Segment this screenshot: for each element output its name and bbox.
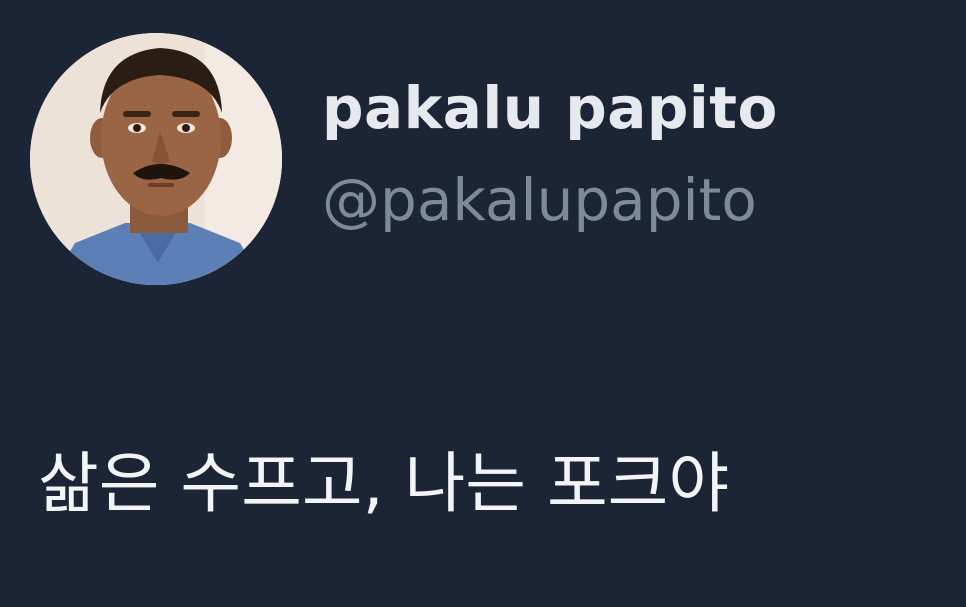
profile-photo-icon <box>30 33 282 285</box>
tweet-text: 삶은 수프고, 나는 포크야 <box>38 445 730 522</box>
display-name[interactable]: pakalu papito <box>322 74 778 142</box>
avatar[interactable] <box>30 33 282 285</box>
user-handle[interactable]: @pakalupapito <box>322 166 757 234</box>
tweet-card: pakalu papito @pakalupapito 삶은 수프고, 나는 포… <box>0 0 966 607</box>
